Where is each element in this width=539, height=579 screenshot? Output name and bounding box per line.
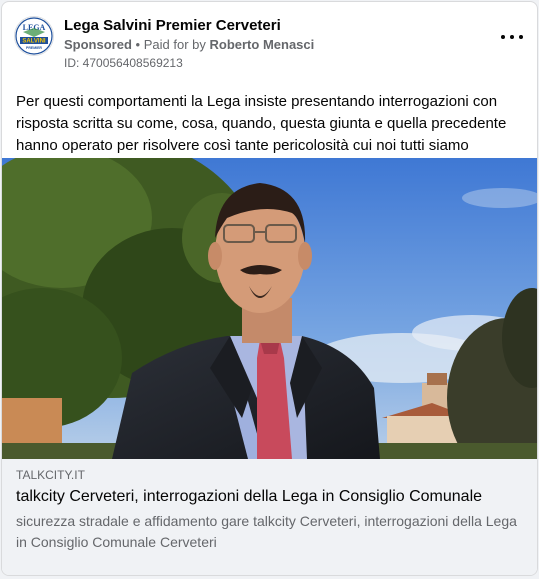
more-horizontal-icon-dot [519, 35, 523, 39]
sponsored-label: Sponsored [64, 37, 132, 52]
link-domain: TALKCITY.IT [16, 468, 85, 482]
link-description: sicurezza stradale e affidamento gare ta… [16, 513, 517, 550]
meta-separator: • [135, 37, 141, 52]
man-portrait-photo-icon [2, 158, 537, 459]
more-horizontal-icon-dot [510, 35, 514, 39]
page-name-link[interactable]: Lega Salvini Premier Cerveteri [64, 17, 281, 34]
more-options-button[interactable] [501, 29, 523, 45]
logo-text-banner: SALVINI [22, 39, 46, 45]
sponsored-meta: Sponsored • Paid for by Roberto Menasci [64, 37, 314, 52]
page-avatar[interactable]: LEGA SALVINI PREMIER [14, 16, 54, 56]
link-title[interactable]: talkcity Cerveteri, interrogazioni della… [16, 488, 482, 506]
link-preview-info[interactable]: TALKCITY.IT talkcity Cerveteri, interrog… [2, 459, 537, 575]
post-header: LEGA SALVINI PREMIER Lega Salvini Premie… [2, 2, 537, 82]
link-preview-image[interactable] [2, 158, 537, 459]
ad-card: LEGA SALVINI PREMIER Lega Salvini Premie… [1, 1, 538, 576]
logo-text-bottom: PREMIER [26, 46, 42, 50]
lega-logo-icon: LEGA SALVINI PREMIER [15, 17, 53, 55]
payer-name: Roberto Menasci [209, 37, 315, 52]
more-horizontal-icon [501, 35, 505, 39]
ad-id: ID: 470056408569213 [64, 56, 183, 70]
paid-for-label: Paid for by [143, 37, 206, 52]
